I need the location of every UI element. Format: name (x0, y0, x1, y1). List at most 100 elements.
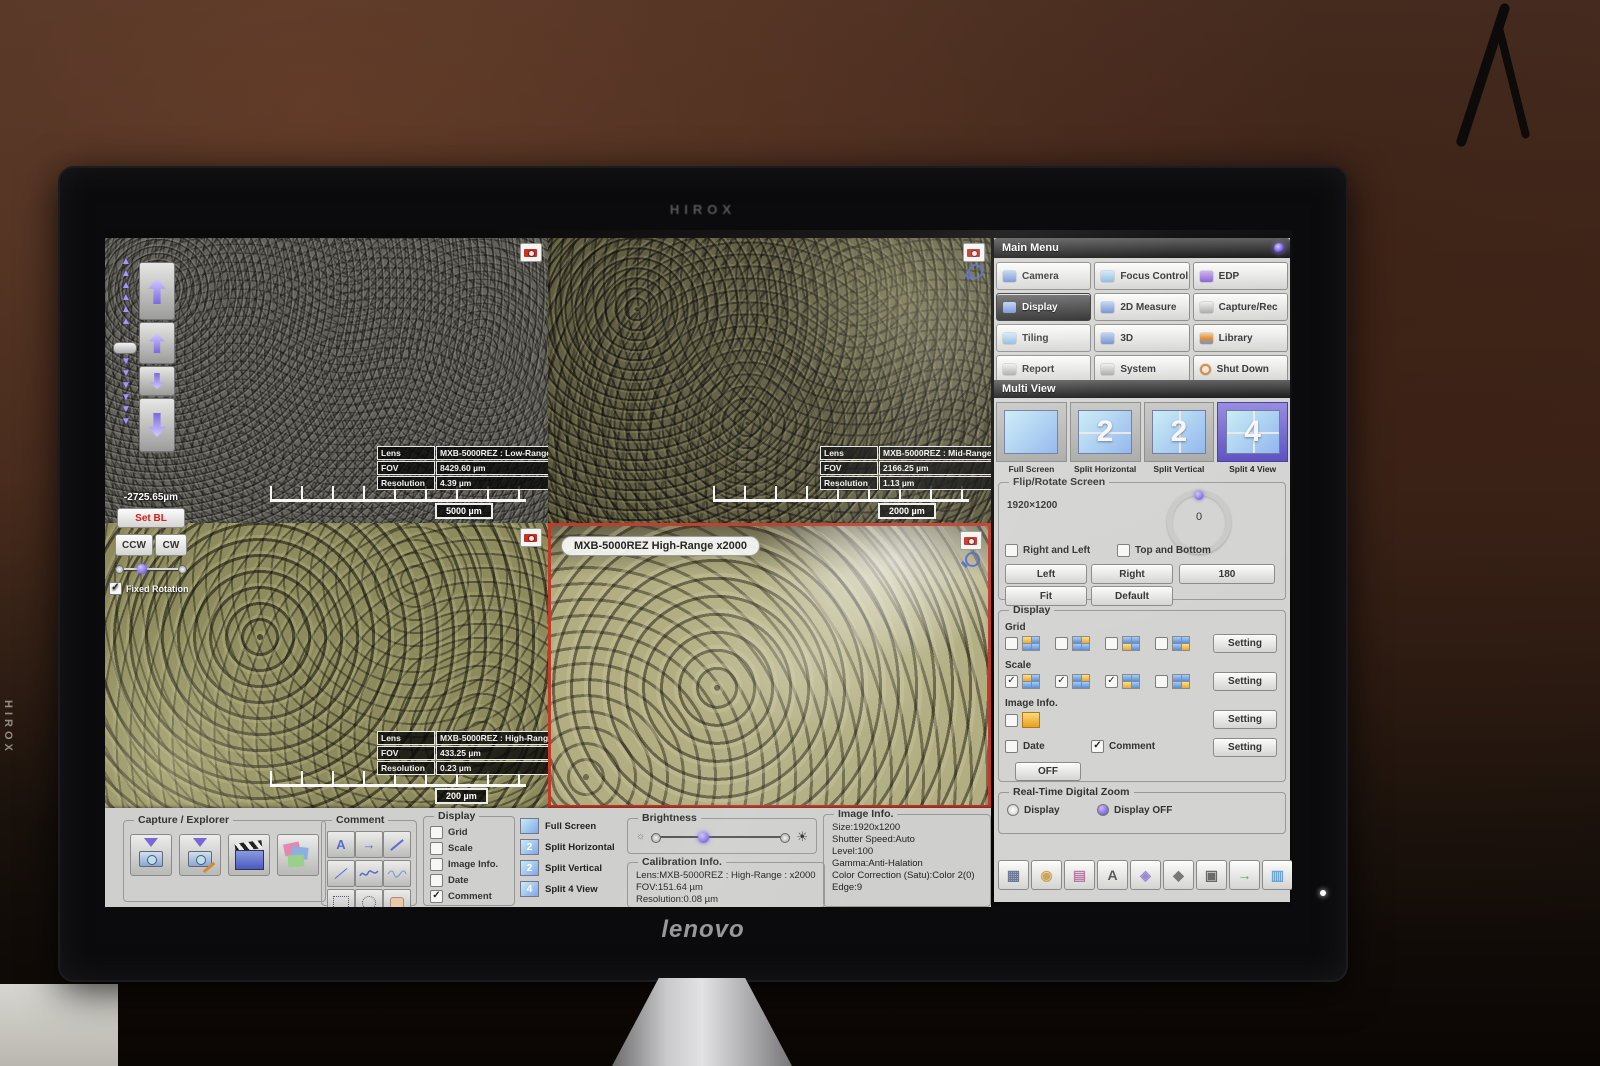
scale-checkbox[interactable] (430, 842, 443, 855)
pen-annotation-button[interactable] (383, 831, 411, 858)
announce-tool-button[interactable]: ◆ (1163, 860, 1194, 890)
comment-toggle[interactable]: Comment (430, 890, 508, 903)
micrograph-high-range-2000-selected[interactable]: MXB-5000REZ High-Range x2000 (548, 523, 991, 808)
scale-q4-checkbox[interactable] (1155, 675, 1168, 688)
mirror-right-left-option[interactable]: Right and Left (1005, 544, 1090, 557)
rotate-180-button[interactable]: 180 (1179, 564, 1275, 584)
scale-q1-checkbox[interactable] (1005, 675, 1018, 688)
date-comment-setting-button[interactable]: Setting (1213, 738, 1277, 757)
capture-annotate-button[interactable] (179, 834, 221, 876)
dial-knob[interactable] (1195, 491, 1204, 500)
display-off-radio[interactable] (1097, 804, 1109, 816)
grid-q2-checkbox[interactable] (1055, 637, 1068, 650)
menu-button-2d-measure[interactable]: 2D Measure (1094, 293, 1189, 321)
menu-button-system[interactable]: System (1094, 355, 1189, 383)
arrow-annotation-button[interactable]: → (355, 831, 383, 858)
camera-icon[interactable] (960, 531, 982, 550)
freehand-annotation-button[interactable] (355, 860, 383, 887)
magnifier-icon[interactable] (965, 552, 980, 567)
image-info-checkbox[interactable] (430, 858, 443, 871)
date-checkbox[interactable] (1005, 740, 1018, 753)
text-annotation-button[interactable]: A (327, 831, 355, 858)
image-info-checkbox[interactable] (1005, 714, 1018, 727)
rotate-left-button[interactable]: Left (1005, 564, 1087, 584)
record-movie-button[interactable] (228, 834, 270, 876)
scale-toggle[interactable]: Scale (430, 842, 508, 855)
menu-button-tiling[interactable]: Tiling (996, 324, 1091, 352)
split-horizontal-option[interactable]: 2Split Horizontal (520, 839, 615, 855)
view-split-4[interactable]: 4 Split 4 View (1217, 402, 1288, 474)
menu-button-display[interactable]: Display (996, 293, 1091, 321)
menu-button-shutdown[interactable]: Shut Down (1193, 355, 1288, 383)
split-screen-tool-button[interactable]: ▥ (1262, 860, 1292, 890)
split-4-option[interactable]: 4Split 4 View (520, 881, 615, 897)
view-split-vertical[interactable]: 2 Split Vertical (1144, 402, 1215, 474)
comment-option[interactable]: Comment (1091, 740, 1155, 753)
signature-annotation-button[interactable] (383, 860, 411, 887)
help-glow-icon[interactable] (1274, 243, 1284, 253)
stage-down-button[interactable] (139, 366, 175, 396)
fixed-rotation-option[interactable]: Fixed Rotation (109, 582, 189, 595)
micrograph-mid-range[interactable]: Lens MXB-5000REZ : Mid-Range : x140 FOV … (548, 238, 991, 523)
brightness-slider[interactable] (651, 832, 790, 842)
grid-q1-checkbox[interactable] (1005, 637, 1018, 650)
right-left-checkbox[interactable] (1005, 544, 1018, 557)
display-radio[interactable] (1007, 804, 1019, 816)
camera-icon[interactable] (520, 243, 542, 262)
illumination-tool-button[interactable]: ◉ (1031, 860, 1062, 890)
menu-button-capture-rec[interactable]: Capture/Rec (1193, 293, 1288, 321)
multi-capture-tool-button[interactable]: ▦ (998, 860, 1029, 890)
z-slider-knob[interactable] (113, 342, 137, 354)
text-tool-button[interactable]: A (1097, 860, 1128, 890)
split-vertical-option[interactable]: 2Split Vertical (520, 860, 615, 876)
grid-toggle[interactable]: Grid (430, 826, 508, 839)
view-full-screen[interactable]: Full Screen (996, 402, 1067, 474)
grid-q3-checkbox[interactable] (1105, 637, 1118, 650)
stage-up-button[interactable] (139, 322, 175, 364)
full-screen-option[interactable]: Full Screen (520, 818, 615, 834)
menu-button-camera[interactable]: Camera (996, 262, 1091, 290)
menu-button-library[interactable]: Library (1193, 324, 1288, 352)
fit-button[interactable]: Fit (1005, 586, 1087, 606)
default-button[interactable]: Default (1091, 586, 1173, 606)
menu-button-focus-control[interactable]: Focus Control (1094, 262, 1189, 290)
comment-checkbox[interactable] (1091, 740, 1104, 753)
image-info-setting-button[interactable]: Setting (1213, 710, 1277, 729)
scale-q3-checkbox[interactable] (1105, 675, 1118, 688)
gallery-tool-button[interactable]: ▤ (1064, 860, 1095, 890)
capture-image-button[interactable] (130, 834, 172, 876)
rect-select-button[interactable] (327, 889, 355, 907)
off-button[interactable]: OFF (1015, 762, 1081, 781)
menu-button-edp[interactable]: EDP (1193, 262, 1288, 290)
rotation-slider[interactable] (115, 564, 187, 574)
digital-zoom-display-option[interactable]: Display (1007, 804, 1060, 816)
date-checkbox[interactable] (430, 874, 443, 887)
cw-button[interactable]: CW (155, 534, 187, 556)
comment-checkbox[interactable] (430, 890, 443, 903)
digital-zoom-off-option[interactable]: Display OFF (1097, 804, 1172, 816)
line-annotation-button[interactable] (327, 860, 355, 887)
date-toggle[interactable]: Date (430, 874, 508, 887)
set-bl-button[interactable]: Set BL (117, 508, 185, 528)
grid-checkbox[interactable] (430, 826, 443, 839)
rotation-slider-knob[interactable] (137, 564, 147, 574)
menu-button-report[interactable]: Report (996, 355, 1091, 383)
grid-q4-checkbox[interactable] (1155, 637, 1168, 650)
stage-up-fast-button[interactable] (139, 262, 175, 320)
date-option[interactable]: Date (1005, 740, 1045, 753)
stage-down-fast-button[interactable] (139, 398, 175, 452)
print-tool-button[interactable]: ▣ (1196, 860, 1227, 890)
top-bottom-checkbox[interactable] (1117, 544, 1130, 557)
z-slider-up-ticks[interactable]: ▲▲▲▲▲▲ (117, 256, 135, 328)
brightness-knob[interactable] (698, 832, 709, 843)
menu-button-3d[interactable]: 3D (1094, 324, 1189, 352)
magnifier-icon[interactable] (968, 264, 983, 279)
rotate-right-button[interactable]: Right (1091, 564, 1173, 584)
ccw-button[interactable]: CCW (115, 534, 153, 556)
z-slider-down-ticks[interactable]: ▼▼▼▼▼▼ (117, 356, 135, 428)
image-explorer-button[interactable] (277, 834, 319, 876)
image-info-toggle[interactable]: Image Info. (430, 858, 508, 871)
mirror-top-bottom-option[interactable]: Top and Bottom (1117, 544, 1211, 557)
fixed-rotation-checkbox[interactable] (109, 582, 122, 595)
grid-setting-button[interactable]: Setting (1213, 634, 1277, 653)
